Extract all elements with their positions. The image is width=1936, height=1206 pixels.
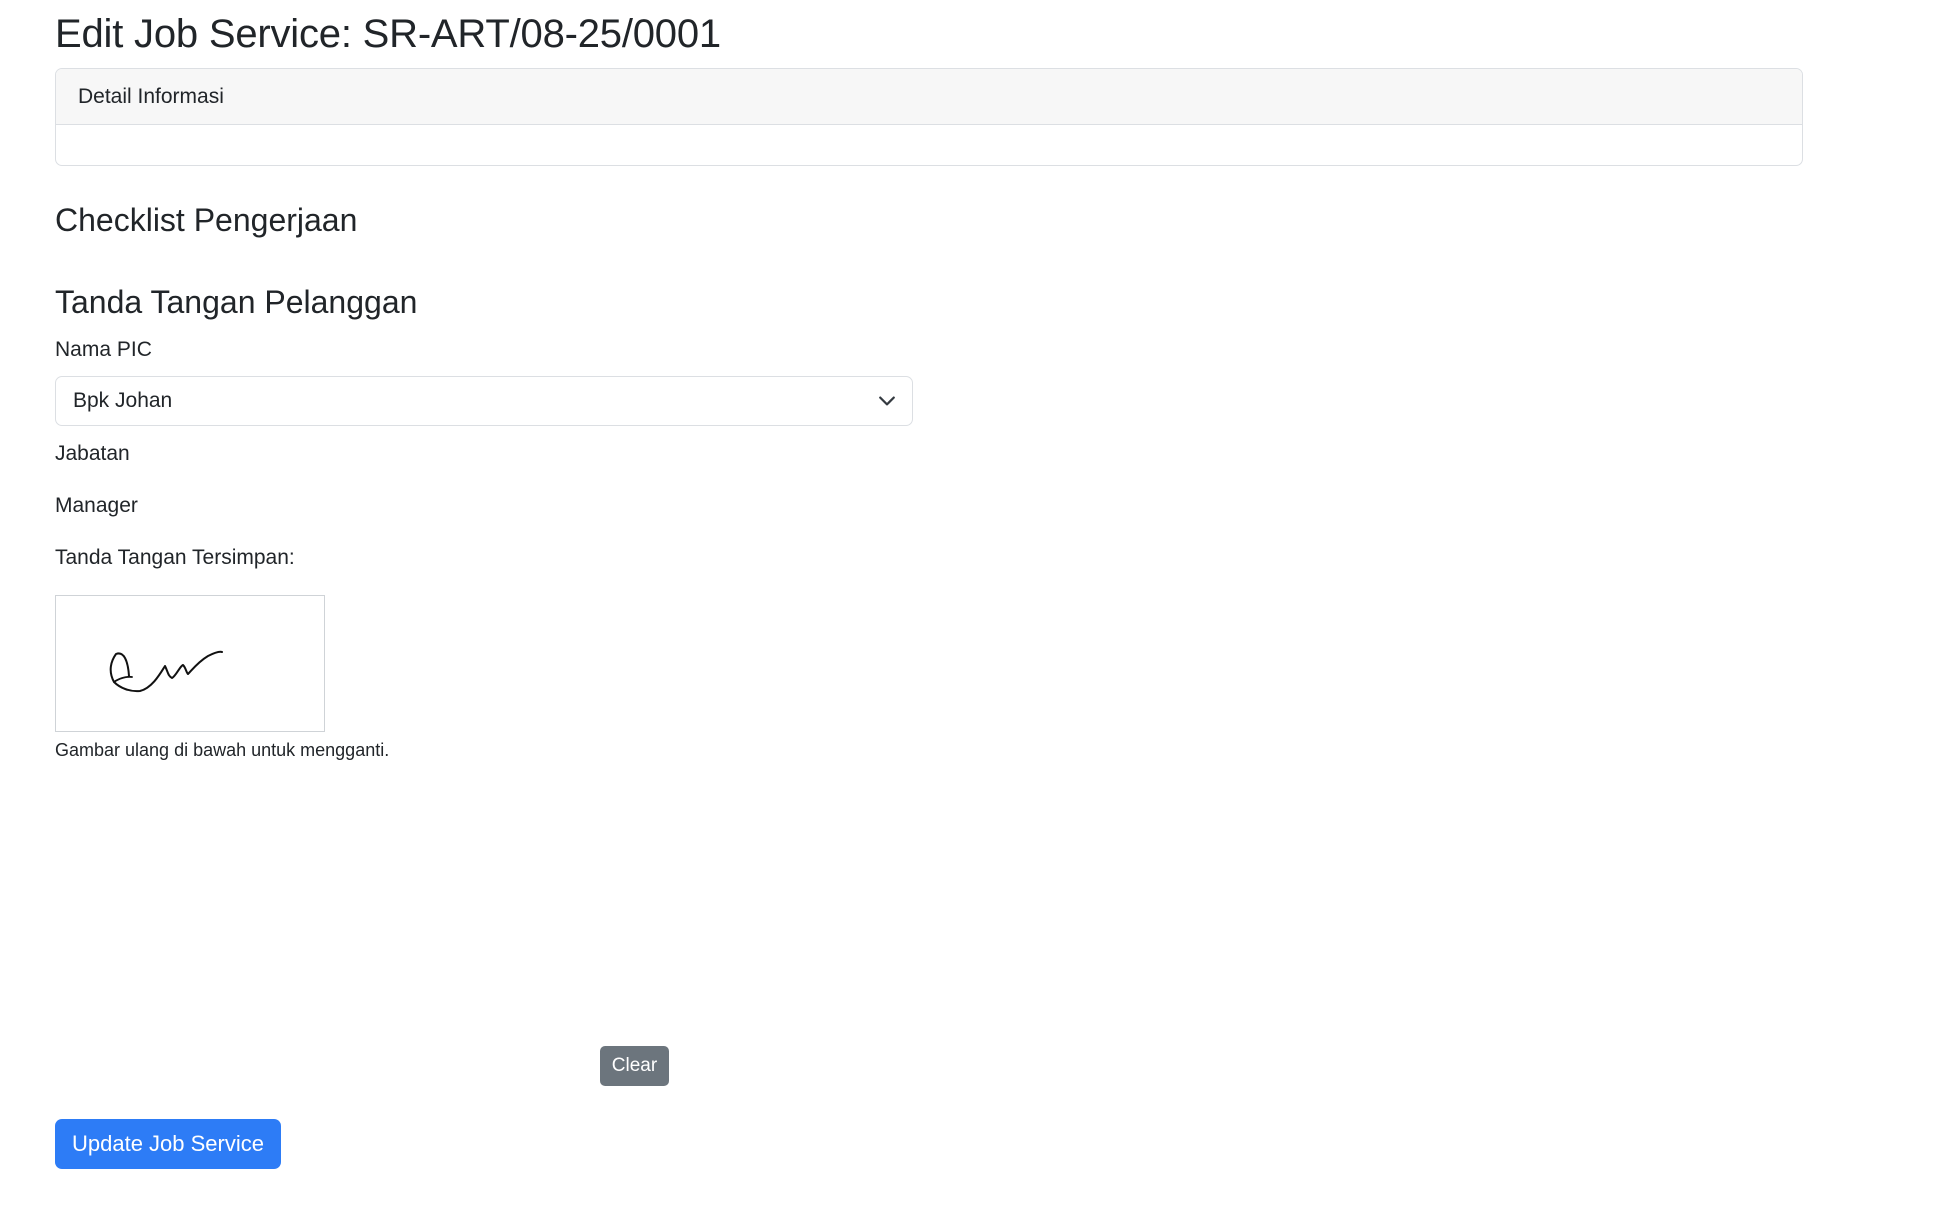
edit-job-service-page: Edit Job Service: SR-ART/08-25/0001 Deta…: [0, 0, 1936, 1206]
checklist-section-title: Checklist Pengerjaan: [55, 202, 358, 238]
page-title: Edit Job Service: SR-ART/08-25/0001: [55, 12, 721, 56]
saved-signature-image: [55, 595, 325, 732]
clear-signature-button[interactable]: Clear: [600, 1046, 669, 1086]
signature-drawing: [109, 650, 223, 693]
update-job-service-button[interactable]: Update Job Service: [55, 1119, 281, 1169]
signature-pad-canvas[interactable]: [55, 775, 675, 1035]
pic-name-label: Nama PIC: [55, 338, 152, 361]
pic-name-select[interactable]: Bpk Johan: [55, 376, 913, 426]
chevron-down-icon: [879, 396, 895, 406]
redraw-hint-text: Gambar ulang di bawah untuk mengganti.: [55, 740, 390, 760]
position-label: Jabatan: [55, 442, 130, 465]
position-value: Manager: [55, 494, 138, 517]
detail-info-card-header: Detail Informasi: [56, 69, 1802, 125]
saved-signature-label: Tanda Tangan Tersimpan:: [55, 546, 295, 569]
detail-info-card: Detail Informasi: [55, 68, 1803, 166]
signature-section-title: Tanda Tangan Pelanggan: [55, 284, 418, 320]
pic-name-selected-value: Bpk Johan: [73, 389, 173, 412]
